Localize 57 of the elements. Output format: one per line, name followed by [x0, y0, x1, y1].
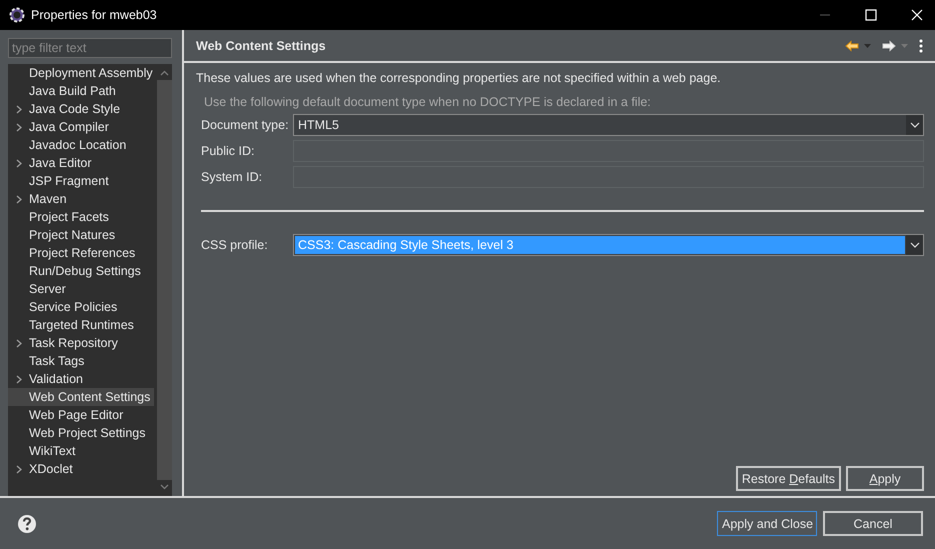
tree-item[interactable]: Java Compiler [8, 118, 113, 136]
chevron-down-icon[interactable] [910, 242, 920, 248]
tree-item[interactable]: JSP Fragment [8, 172, 113, 190]
tree-item[interactable]: Task Repository [8, 334, 122, 352]
tree-item[interactable]: Web Content Settings [8, 388, 154, 406]
chevron-icon[interactable] [16, 105, 22, 114]
page-title: Web Content Settings [196, 38, 326, 52]
tree-item[interactable]: Java Build Path [8, 82, 120, 100]
chevron-icon[interactable] [16, 159, 22, 168]
field-label: Document type: [201, 118, 290, 132]
doctype-hint: Use the following default document type when no DOCTYPE is declared in a file: [203, 94, 652, 110]
tree-item[interactable]: Java Editor [8, 154, 96, 172]
forward-arrow-icon[interactable] [882, 40, 896, 52]
dropdown-value: CSS3: Cascading Style Sheets, level 3 [295, 236, 905, 254]
tree-item[interactable]: Java Code Style [8, 100, 124, 118]
scroll-down-icon[interactable] [160, 484, 169, 490]
dropdown[interactable]: HTML5 [293, 114, 924, 136]
help-icon[interactable] [17, 514, 37, 534]
tree-item[interactable]: Project Natures [8, 226, 120, 244]
tree-item[interactable]: XDoclet [8, 460, 77, 478]
scroll-up-icon[interactable] [160, 70, 169, 76]
tree-item[interactable]: Run/Debug Settings [8, 262, 145, 280]
tree-item[interactable]: Javadoc Location [8, 136, 130, 154]
tree-item[interactable]: WikiText [8, 442, 80, 460]
tree-item[interactable]: Project Facets [8, 208, 113, 226]
dialog-button[interactable]: Apply [846, 466, 924, 491]
description-text: These values are used when the corresponding properties are not specified within a web page. [196, 70, 722, 86]
tree-item[interactable]: Task Tags [8, 352, 88, 370]
tree-item[interactable]: Validation [8, 370, 87, 388]
tree-item[interactable]: Targeted Runtimes [8, 316, 138, 334]
field-label: System ID: [201, 170, 264, 184]
chevron-icon[interactable] [16, 123, 22, 132]
chevron-icon[interactable] [16, 375, 22, 384]
more-options-icon[interactable] [919, 38, 923, 52]
tree-item[interactable]: Deployment Assembly [8, 64, 157, 82]
filter-field[interactable]: type filter text [8, 38, 172, 58]
tree-item[interactable]: Web Project Settings [8, 424, 150, 442]
maximize-icon[interactable] [865, 9, 877, 21]
tree-item[interactable]: Maven [8, 190, 71, 208]
field-label: CSS profile: [201, 238, 269, 252]
chevron-down-icon[interactable] [910, 122, 920, 128]
chevron-icon[interactable] [16, 339, 22, 348]
tree-item[interactable]: Web Page Editor [8, 406, 128, 424]
close-icon[interactable] [911, 9, 923, 21]
field-label: Public ID: [201, 144, 256, 158]
chevron-icon[interactable] [16, 465, 22, 474]
chevron-icon[interactable] [16, 195, 22, 204]
tree-item[interactable]: Project References [8, 244, 140, 262]
app-icon [9, 7, 25, 23]
dialog-button[interactable]: Apply and Close [717, 511, 817, 536]
dialog-button[interactable]: Cancel [823, 511, 923, 536]
dialog-button[interactable]: Restore Defaults [736, 466, 841, 491]
tree-item[interactable]: Service Policies [8, 298, 122, 316]
window-title: Properties for mweb03 [31, 8, 157, 22]
dropdown-value: HTML5 [297, 117, 340, 134]
back-arrow-icon[interactable] [845, 40, 859, 52]
tree-item[interactable]: Server [8, 280, 70, 298]
